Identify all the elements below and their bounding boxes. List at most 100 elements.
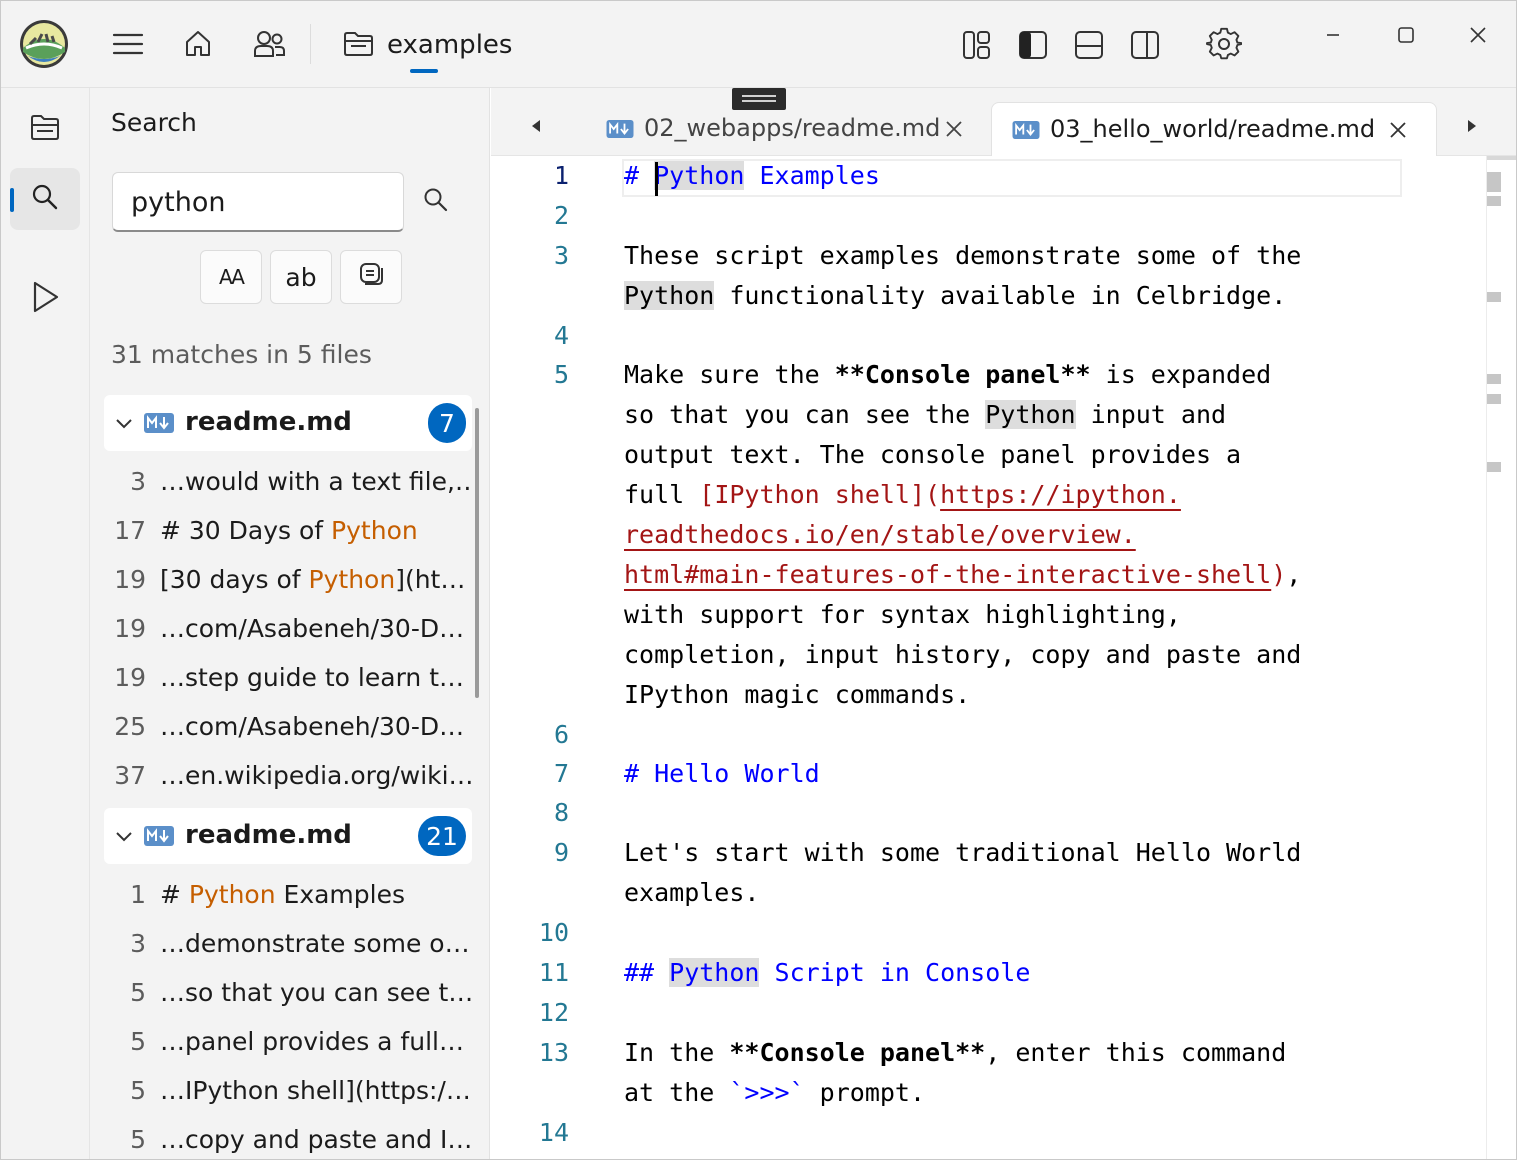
line-number: 14 [538, 1118, 569, 1147]
code-line: These script examples demonstrate some o… [624, 241, 1302, 270]
match-item[interactable]: 19 …step guide to learn t… [104, 653, 472, 702]
match-line-number: 19 [114, 614, 146, 643]
editor-area: 02_webapps/readme.md 03_hello_world/read… [491, 88, 1517, 1160]
text-cursor [655, 162, 658, 196]
home-icon[interactable] [180, 26, 216, 62]
file-group-header[interactable]: readme.md 21 [104, 808, 472, 864]
overview-match-mark [1487, 196, 1501, 206]
match-text: …copy and paste and I… [160, 1125, 472, 1154]
search-icon [30, 182, 60, 216]
line-number: 10 [538, 918, 569, 947]
settings-gear-icon[interactable] [1204, 24, 1244, 64]
panel-scrollbar[interactable] [475, 408, 479, 698]
chevron-down-icon[interactable] [114, 826, 134, 850]
tabs-scroll-left-icon[interactable] [529, 118, 543, 138]
code-line: examples. [624, 878, 760, 907]
line-number: 1 [553, 161, 569, 190]
line-number: 2 [553, 201, 569, 230]
overview-match-mark [1487, 394, 1501, 404]
whole-word-button[interactable]: ab [270, 250, 332, 304]
activity-bar [0, 88, 90, 1160]
regex-icon [358, 261, 384, 293]
code-line: Python functionality available in Celbri… [624, 281, 1287, 310]
code-editor[interactable]: 1 2 3 4 5 6 7 8 9 10 11 12 13 14 # Pytho… [491, 156, 1487, 1160]
explorer-button[interactable] [10, 98, 80, 160]
tabs-scroll-right-icon[interactable] [1465, 118, 1479, 138]
code-line: output text. The console panel provides … [624, 440, 1242, 469]
whole-word-label: ab [285, 262, 317, 292]
match-summary: 31 matches in 5 files [111, 340, 372, 369]
match-item[interactable]: 5 …panel provides a full… [104, 1017, 472, 1066]
markdown-file-icon [144, 413, 174, 437]
people-icon[interactable] [250, 26, 288, 62]
search-submit-icon[interactable] [422, 186, 454, 218]
line-number: 13 [538, 1038, 569, 1067]
match-line-number: 19 [114, 663, 146, 692]
match-item[interactable]: 5 …so that you can see t… [104, 968, 472, 1017]
layout-grid-icon[interactable] [958, 26, 996, 64]
match-case-button[interactable]: AA [200, 250, 262, 304]
sidebar-right-icon[interactable] [1126, 26, 1164, 64]
tab-close-icon[interactable] [1388, 120, 1410, 142]
link-url[interactable]: readthedocs.io/en/stable/overview. [624, 520, 1136, 549]
tab-03-hello-world-readme[interactable]: 03_hello_world/readme.md [991, 102, 1437, 156]
line-number: 12 [538, 998, 569, 1027]
match-item[interactable]: 1 # Python Examples [104, 870, 472, 919]
search-input[interactable] [131, 183, 391, 221]
minimize-icon[interactable] [1320, 22, 1346, 48]
match-text: …en.wikipedia.org/wiki… [160, 761, 472, 790]
match-count-badge: 21 [418, 816, 466, 856]
run-button[interactable] [10, 268, 80, 330]
chevron-down-icon[interactable] [114, 413, 134, 437]
match-item[interactable]: 17 # 30 Days of Python [104, 506, 472, 555]
search-input-box[interactable] [112, 172, 404, 232]
match-text: # 30 Days of Python [160, 516, 418, 545]
match-item[interactable]: 19 [30 days of Python](ht… [104, 555, 472, 604]
match-item[interactable]: 3 …demonstrate some o… [104, 919, 472, 968]
match-item[interactable]: 37 …en.wikipedia.org/wiki… [104, 751, 472, 800]
match-text: …IPython shell](https:/… [160, 1076, 471, 1105]
overview-match-mark [1487, 462, 1501, 472]
match-line-number: 25 [114, 712, 146, 741]
regex-button[interactable] [340, 250, 402, 304]
match-line-number: 19 [114, 565, 146, 594]
close-icon[interactable] [1465, 22, 1491, 48]
match-item[interactable]: 3 …would with a text file,… [104, 457, 472, 506]
file-name: readme.md [185, 820, 352, 850]
titlebar-separator [310, 24, 311, 64]
code-line: completion, input history, copy and past… [624, 640, 1302, 669]
match-item[interactable]: 19 …com/Asabeneh/30-D… [104, 604, 472, 653]
match-text: …step guide to learn t… [160, 663, 465, 692]
hamburger-menu-icon[interactable] [110, 26, 146, 62]
match-item[interactable]: 5 …copy and paste and I… [104, 1115, 472, 1160]
code-line: so that you can see the Python input and [624, 400, 1227, 429]
code-line: at the `>>>` prompt. [624, 1078, 926, 1107]
match-line-number: 37 [114, 761, 146, 790]
workspace-folder-name[interactable]: examples [387, 28, 512, 62]
tab-02-webapps-readme[interactable]: 02_webapps/readme.md [586, 102, 986, 156]
tab-label: 02_webapps/readme.md [644, 114, 941, 142]
line-number: 6 [553, 720, 569, 749]
file-name: readme.md [185, 407, 352, 437]
title-bar: examples [0, 0, 1517, 88]
search-activity-button[interactable] [10, 168, 80, 230]
panel-bottom-icon[interactable] [1070, 26, 1108, 64]
match-text: …com/Asabeneh/30-D… [160, 712, 465, 741]
overview-match-mark [1487, 292, 1501, 302]
link-url[interactable]: https://ipython. [940, 480, 1181, 509]
code-line: # Python Examples [624, 161, 880, 190]
match-text: [30 days of Python](ht… [160, 565, 466, 594]
line-number: 11 [538, 958, 569, 987]
overview-ruler[interactable] [1486, 156, 1517, 1160]
file-group-header[interactable]: readme.md 7 [104, 395, 472, 451]
tab-close-icon[interactable] [944, 119, 966, 141]
match-line-number: 3 [130, 929, 146, 958]
tab-strip: 02_webapps/readme.md 03_hello_world/read… [491, 88, 1517, 156]
link-url[interactable]: html#main-features-of-the-interactive-sh… [624, 560, 1271, 589]
match-item[interactable]: 5 …IPython shell](https:/… [104, 1066, 472, 1115]
match-item[interactable]: 25 …com/Asabeneh/30-D… [104, 702, 472, 751]
match-text: …com/Asabeneh/30-D… [160, 614, 465, 643]
match-line-number: 3 [130, 467, 146, 496]
maximize-icon[interactable] [1393, 22, 1419, 48]
sidebar-left-icon[interactable] [1014, 26, 1052, 64]
